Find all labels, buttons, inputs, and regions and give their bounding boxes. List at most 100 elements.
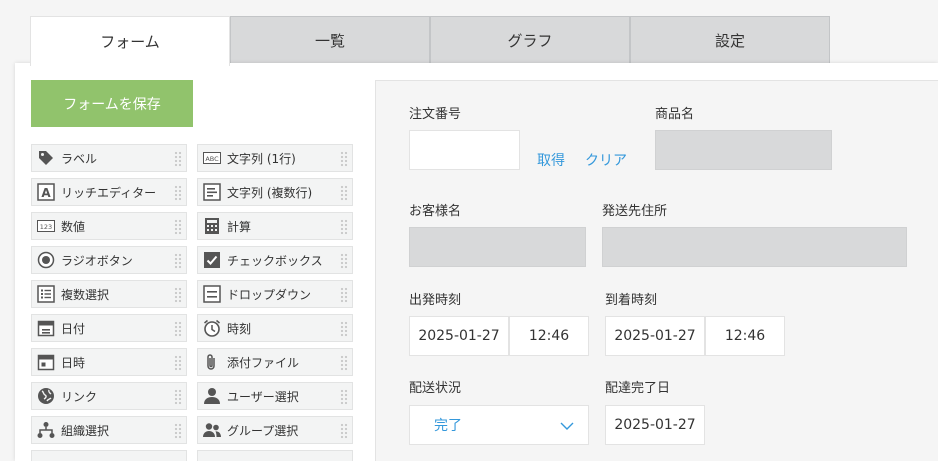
calculator-icon <box>203 217 221 235</box>
palette-item-partial[interactable] <box>197 450 353 461</box>
customer-name-label: お客様名 <box>409 204 462 219</box>
product-name-label: 商品名 <box>655 107 695 122</box>
palette-item-text-single-line[interactable]: ABC 文字列 (1行) <box>197 144 353 172</box>
drag-handle-icon <box>340 321 348 337</box>
rich-editor-icon: A <box>37 183 55 201</box>
paperclip-icon <box>203 353 221 371</box>
dropdown-icon <box>203 285 221 303</box>
palette-item-text: 文字列 (1行) <box>227 151 296 166</box>
drag-handle-icon <box>340 389 348 405</box>
palette-item-text: ラベル <box>61 151 98 166</box>
tab-bar: フォーム 一覧 グラフ 設定 <box>30 16 830 66</box>
clear-link[interactable]: クリア <box>585 150 627 170</box>
product-name-field <box>655 130 832 170</box>
checkbox-icon <box>203 251 221 269</box>
tab-graph[interactable]: グラフ <box>430 16 630 64</box>
drag-handle-icon <box>174 219 182 235</box>
palette-item-text: グループ選択 <box>227 423 299 438</box>
drag-handle-icon <box>340 185 348 201</box>
text-single-line-icon: ABC <box>203 149 221 167</box>
shipping-address-label: 発送先住所 <box>602 204 668 219</box>
drag-handle-icon <box>174 151 182 167</box>
palette-item-checkbox[interactable]: チェックボックス <box>197 246 353 274</box>
palette-item-label[interactable]: ラベル <box>31 144 187 172</box>
palette-item-rich-editor[interactable]: A リッチエディター <box>31 178 187 206</box>
customer-name-field <box>409 227 586 267</box>
svg-text:A: A <box>41 186 51 200</box>
departure-date-input[interactable]: 2025-01-27 <box>409 316 509 356</box>
drag-handle-icon <box>174 253 182 269</box>
drag-handle-icon <box>174 423 182 439</box>
palette-item-text: 添付ファイル <box>227 355 300 370</box>
palette-item-calculation[interactable]: 計算 <box>197 212 353 240</box>
departure-time-input[interactable]: 12:46 <box>509 316 589 356</box>
palette-item-date[interactable]: 日付 <box>31 314 187 342</box>
palette-item-text: チェックボックス <box>227 253 323 268</box>
date-icon <box>37 319 55 337</box>
globe-icon <box>37 387 55 405</box>
palette-item-user-select[interactable]: ユーザー選択 <box>197 382 353 410</box>
palette-item-text: リッチエディター <box>61 185 157 200</box>
palette-item-text: 複数選択 <box>61 287 110 302</box>
save-form-button[interactable]: フォームを保存 <box>31 80 193 127</box>
palette-item-text: 時刻 <box>227 321 252 336</box>
drag-handle-icon <box>174 287 182 303</box>
departure-time-label: 出発時刻 <box>409 293 462 308</box>
tab-graph-label: グラフ <box>507 32 553 50</box>
drag-handle-icon <box>174 355 182 371</box>
user-icon <box>203 387 221 405</box>
drag-handle-icon <box>340 287 348 303</box>
tab-settings[interactable]: 設定 <box>630 16 830 64</box>
multi-select-icon <box>37 285 55 303</box>
delivery-done-date-input[interactable]: 2025-01-27 <box>605 405 705 445</box>
drag-handle-icon <box>340 355 348 371</box>
palette-item-radio-button[interactable]: ラジオボタン <box>31 246 187 274</box>
tab-list[interactable]: 一覧 <box>230 16 430 64</box>
palette-item-org-select[interactable]: 組織選択 <box>31 416 187 444</box>
datetime-icon <box>37 353 55 371</box>
drag-handle-icon <box>340 151 348 167</box>
palette-item-text: ユーザー選択 <box>227 389 299 404</box>
palette-item-partial[interactable] <box>31 450 187 461</box>
shipping-address-field <box>602 227 907 267</box>
tag-icon <box>37 149 55 167</box>
delivery-status-label: 配送状況 <box>409 381 462 396</box>
order-number-label: 注文番号 <box>409 107 462 122</box>
palette-item-group-select[interactable]: グループ選択 <box>197 416 353 444</box>
fetch-link[interactable]: 取得 <box>537 150 565 170</box>
delivery-done-date-label: 配達完了日 <box>605 381 671 396</box>
drag-handle-icon <box>340 253 348 269</box>
tab-settings-label: 設定 <box>714 32 745 50</box>
clock-icon <box>203 319 221 337</box>
text-multi-line-icon <box>203 183 221 201</box>
palette-item-multi-select[interactable]: 複数選択 <box>31 280 187 308</box>
arrival-date-input[interactable]: 2025-01-27 <box>605 316 705 356</box>
palette-item-number[interactable]: 123 数値 <box>31 212 187 240</box>
field-palette: ラベル ABC 文字列 (1行) A リッチエディター 文字列 (複数行) 12… <box>31 144 353 461</box>
palette-item-link[interactable]: リンク <box>31 382 187 410</box>
chevron-down-icon <box>560 419 574 435</box>
drag-handle-icon <box>340 219 348 235</box>
radio-button-icon <box>37 251 55 269</box>
palette-item-datetime[interactable]: 日時 <box>31 348 187 376</box>
delivery-status-select[interactable]: 完了 <box>409 405 589 445</box>
palette-item-dropdown[interactable]: ドロップダウン <box>197 280 353 308</box>
arrival-time-input[interactable]: 12:46 <box>705 316 785 356</box>
order-number-input[interactable] <box>409 130 520 170</box>
palette-item-text: ドロップダウン <box>227 287 312 302</box>
palette-item-text: 文字列 (複数行) <box>227 185 313 200</box>
drag-handle-icon <box>174 389 182 405</box>
palette-item-text: 計算 <box>227 219 252 234</box>
drag-handle-icon <box>174 185 182 201</box>
tab-form[interactable]: フォーム <box>30 16 230 66</box>
palette-item-attachment[interactable]: 添付ファイル <box>197 348 353 376</box>
palette-item-text: 数値 <box>61 219 86 234</box>
group-icon <box>203 421 221 439</box>
arrival-time-label: 到着時刻 <box>605 293 658 308</box>
palette-item-text: 日時 <box>61 355 86 370</box>
tab-list-label: 一覧 <box>314 32 345 50</box>
palette-item-text-multi-line[interactable]: 文字列 (複数行) <box>197 178 353 206</box>
drag-handle-icon <box>174 321 182 337</box>
form-editor-panel: フォームを保存 ラベル ABC 文字列 (1行) A リッチエディター 文字列 … <box>15 63 938 461</box>
palette-item-time[interactable]: 時刻 <box>197 314 353 342</box>
